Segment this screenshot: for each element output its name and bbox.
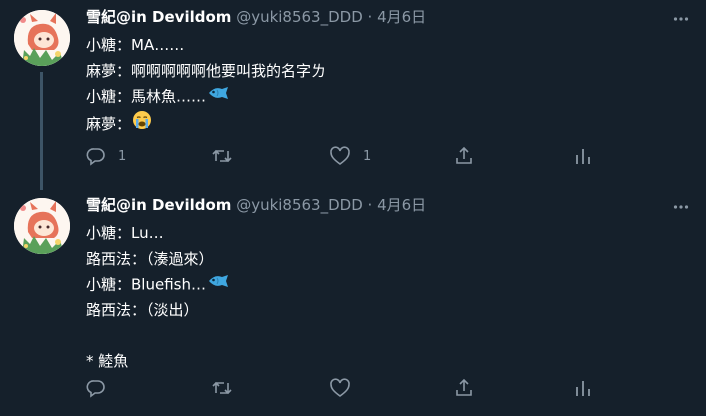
author-name[interactable]: 雪紀@in Devildom — [86, 8, 231, 26]
heart-icon — [330, 146, 350, 165]
retweet-icon — [212, 149, 232, 163]
avatar-illustration — [14, 198, 70, 254]
avatar[interactable] — [14, 10, 70, 66]
tweet-thread: 雪紀@in Devildom @yuki8563_DDD · 4月6日 小糖：M… — [0, 0, 706, 416]
reply-count: 1 — [118, 148, 127, 164]
tweet-header: 雪紀@in Devildom @yuki8563_DDD · 4月6日 — [86, 7, 666, 27]
tweet[interactable]: 雪紀@in Devildom @yuki8563_DDD · 4月6日 小糖：M… — [0, 0, 706, 190]
tweet-actions — [86, 377, 606, 399]
analytics-icon — [576, 149, 590, 164]
analytics-button[interactable] — [574, 377, 592, 399]
tweet-line: 小糖：馬林魚…… — [86, 84, 326, 110]
separator-dot: · — [367, 8, 373, 26]
retweet-button[interactable] — [211, 145, 245, 167]
fish-emoji — [207, 84, 229, 110]
reply-button[interactable]: 1 — [86, 145, 126, 167]
author-name[interactable]: 雪紀@in Devildom — [86, 196, 231, 214]
tweet-line: 路西法：（湊過來） — [86, 249, 214, 268]
tweet-line: 小糖：Lu… — [86, 224, 164, 242]
tweet-date[interactable]: 4月6日 — [377, 196, 426, 214]
separator-dot: · — [367, 196, 373, 214]
reply-button[interactable] — [86, 377, 118, 399]
tweet-line: 麻夢： — [86, 110, 326, 136]
more-icon — [673, 205, 689, 209]
tweet-line: 小糖：Bluefish… — [86, 272, 229, 298]
tweet-actions: 1 1 — [86, 145, 606, 167]
retweet-button[interactable] — [211, 377, 245, 399]
share-icon — [456, 378, 472, 396]
avatar[interactable] — [14, 198, 70, 254]
tweet-line — [86, 323, 229, 349]
tweet-text: 小糖：Lu… 路西法：（湊過來） 小糖：Bluefish… 路西法：（淡出） *… — [86, 221, 229, 374]
share-button[interactable] — [454, 377, 474, 399]
retweet-icon — [212, 381, 232, 395]
share-button[interactable] — [454, 145, 474, 167]
tweet-line: 路西法：（淡出） — [86, 300, 199, 319]
like-button[interactable] — [329, 377, 363, 399]
author-handle[interactable]: @yuki8563_DDD — [236, 196, 363, 214]
like-button[interactable]: 1 — [329, 145, 371, 167]
tweet-line: 麻夢：啊啊啊啊啊他要叫我的名字ㄌ — [86, 61, 327, 80]
tweet[interactable]: 雪紀@in Devildom @yuki8563_DDD · 4月6日 小糖：L… — [0, 188, 706, 416]
reply-icon — [86, 380, 105, 398]
more-icon — [673, 17, 689, 21]
tweet-header: 雪紀@in Devildom @yuki8563_DDD · 4月6日 — [86, 195, 666, 215]
reply-icon — [86, 148, 105, 166]
author-handle[interactable]: @yuki8563_DDD — [236, 8, 363, 26]
tweet-line: 小糖：MA…… — [86, 36, 185, 54]
crying-face-emoji — [132, 110, 152, 139]
avatar-illustration — [14, 10, 70, 66]
tweet-date[interactable]: 4月6日 — [377, 8, 426, 26]
like-count: 1 — [363, 148, 372, 164]
share-icon — [456, 146, 472, 164]
fish-emoji — [207, 272, 229, 298]
tweet-line: * 鯥魚 — [86, 351, 129, 370]
heart-icon — [330, 378, 350, 397]
more-options-button[interactable] — [670, 8, 692, 30]
thread-connector-line — [40, 72, 43, 190]
analytics-button[interactable] — [574, 145, 592, 167]
more-options-button[interactable] — [670, 196, 692, 218]
analytics-icon — [576, 381, 590, 396]
tweet-text: 小糖：MA…… 麻夢：啊啊啊啊啊他要叫我的名字ㄌ 小糖：馬林魚…… 麻夢： — [86, 33, 326, 135]
